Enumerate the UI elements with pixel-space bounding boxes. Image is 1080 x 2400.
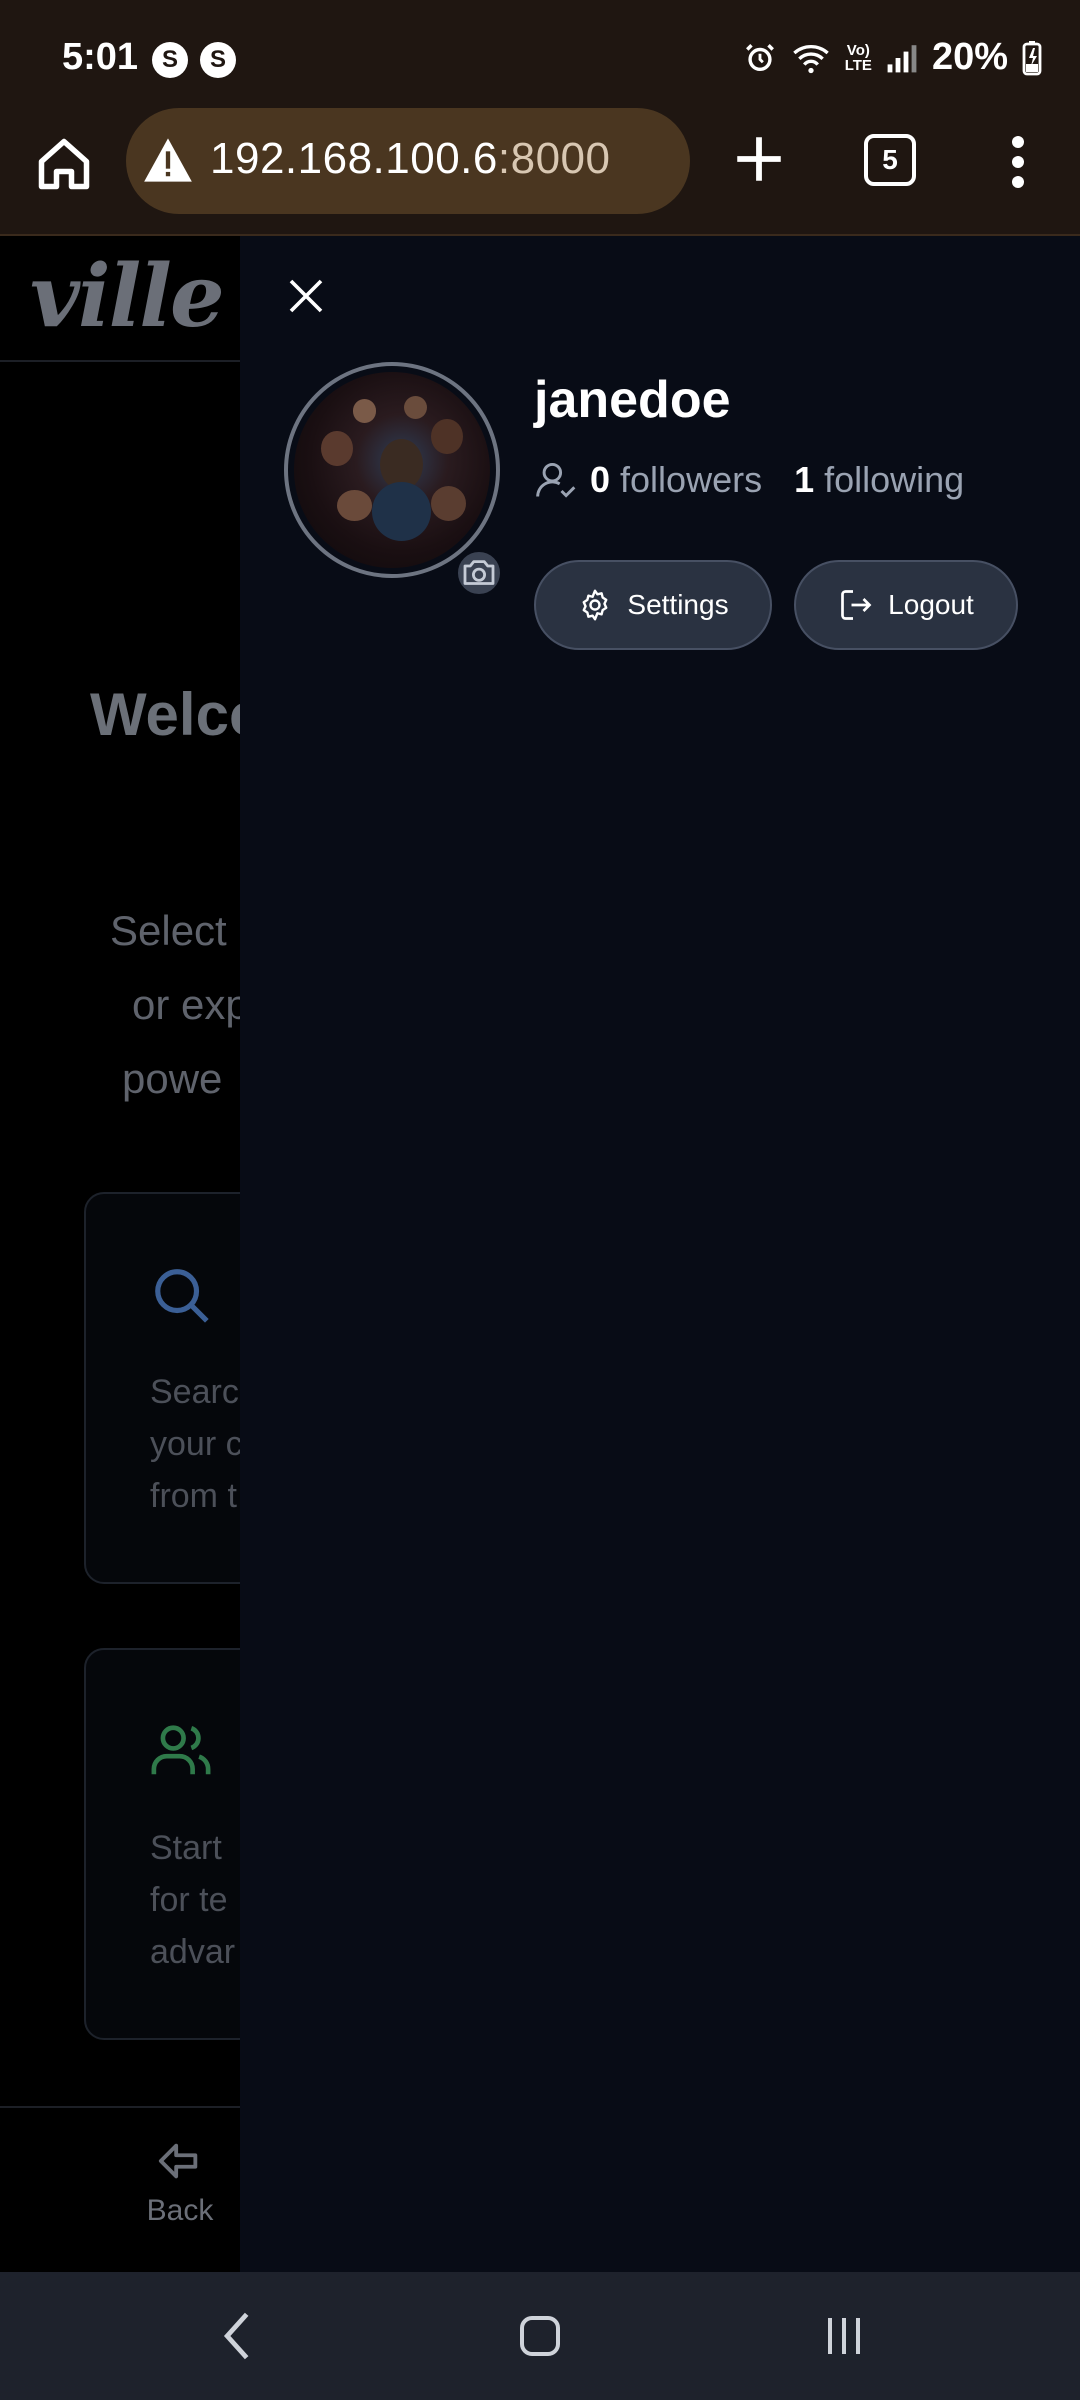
- following-count: 1: [794, 459, 815, 500]
- followers-count: 0: [590, 459, 611, 500]
- more-options-icon[interactable]: [1000, 132, 1036, 192]
- avatar-image: [294, 372, 490, 568]
- back-nav-button[interactable]: Back: [120, 2138, 240, 2228]
- wifi-icon: [792, 44, 829, 73]
- profile-drawer: janedoe 0 followers 1 following Settings L…: [240, 236, 1080, 2272]
- url-host: 192.168.100.6: [210, 134, 498, 183]
- following-stat[interactable]: 1 following: [794, 459, 964, 501]
- followers-stat[interactable]: 0 followers: [590, 459, 762, 501]
- close-icon[interactable]: [286, 276, 326, 316]
- new-tab-plus-icon[interactable]: [730, 130, 788, 188]
- intro-line: Select: [110, 907, 227, 954]
- notification-badge-icon: S: [152, 42, 188, 78]
- warning-icon[interactable]: [142, 135, 194, 185]
- volte-indicator: Vo) LTE: [844, 41, 872, 74]
- change-photo-button[interactable]: [456, 550, 502, 596]
- status-icons: Vo) LTE 20%: [743, 36, 1042, 79]
- battery-charging-icon: [1022, 40, 1042, 75]
- url-text[interactable]: 192.168.100.6:8000: [210, 134, 611, 184]
- back-arrow-icon: [158, 2143, 198, 2179]
- settings-label: Settings: [627, 589, 729, 620]
- back-label: Back: [146, 2194, 214, 2227]
- card-text: Start for te advar: [150, 1829, 236, 1971]
- logout-icon: [841, 590, 872, 620]
- browser-toolbar: 192.168.100.6:8000 5: [0, 108, 1080, 236]
- card-text: Searc your c from t: [150, 1373, 243, 1515]
- nav-home-icon[interactable]: [516, 2310, 564, 2362]
- intro-text: Select or exp powe: [110, 894, 249, 1116]
- search-icon: [155, 1269, 209, 1323]
- username: janedoe: [534, 371, 731, 429]
- system-nav-bar: [0, 2272, 1080, 2400]
- intro-line: or exp: [132, 981, 249, 1028]
- notification-badge-icon: S: [200, 42, 236, 78]
- app-logo[interactable]: ville: [30, 246, 225, 347]
- avatar[interactable]: [284, 362, 500, 578]
- url-bar[interactable]: 192.168.100.6:8000: [126, 108, 690, 214]
- settings-button[interactable]: Settings: [534, 560, 772, 650]
- nav-recents-icon[interactable]: [820, 2310, 868, 2362]
- gear-icon: [582, 589, 608, 621]
- url-port: :8000: [497, 134, 611, 183]
- logout-button[interactable]: Logout: [794, 560, 1018, 650]
- intro-line: powe: [122, 1055, 223, 1102]
- nav-back-icon[interactable]: [218, 2310, 258, 2362]
- status-bar: 5:01 S S Vo) LTE 20%: [0, 0, 1080, 108]
- alarm-icon: [745, 43, 774, 71]
- tab-switcher-button[interactable]: 5: [864, 134, 916, 186]
- battery-percent: 20%: [931, 36, 1008, 78]
- users-icon: [151, 1725, 211, 1775]
- signal-icon: [887, 44, 917, 72]
- following-label: following: [824, 459, 965, 500]
- home-icon[interactable]: [34, 134, 94, 194]
- user-check-icon: [536, 462, 576, 498]
- followers-label: followers: [620, 459, 763, 500]
- status-time: 5:01: [62, 36, 139, 78]
- follow-stats: 0 followers 1 following: [534, 458, 964, 502]
- logout-label: Logout: [888, 589, 974, 620]
- camera-icon: [463, 560, 495, 585]
